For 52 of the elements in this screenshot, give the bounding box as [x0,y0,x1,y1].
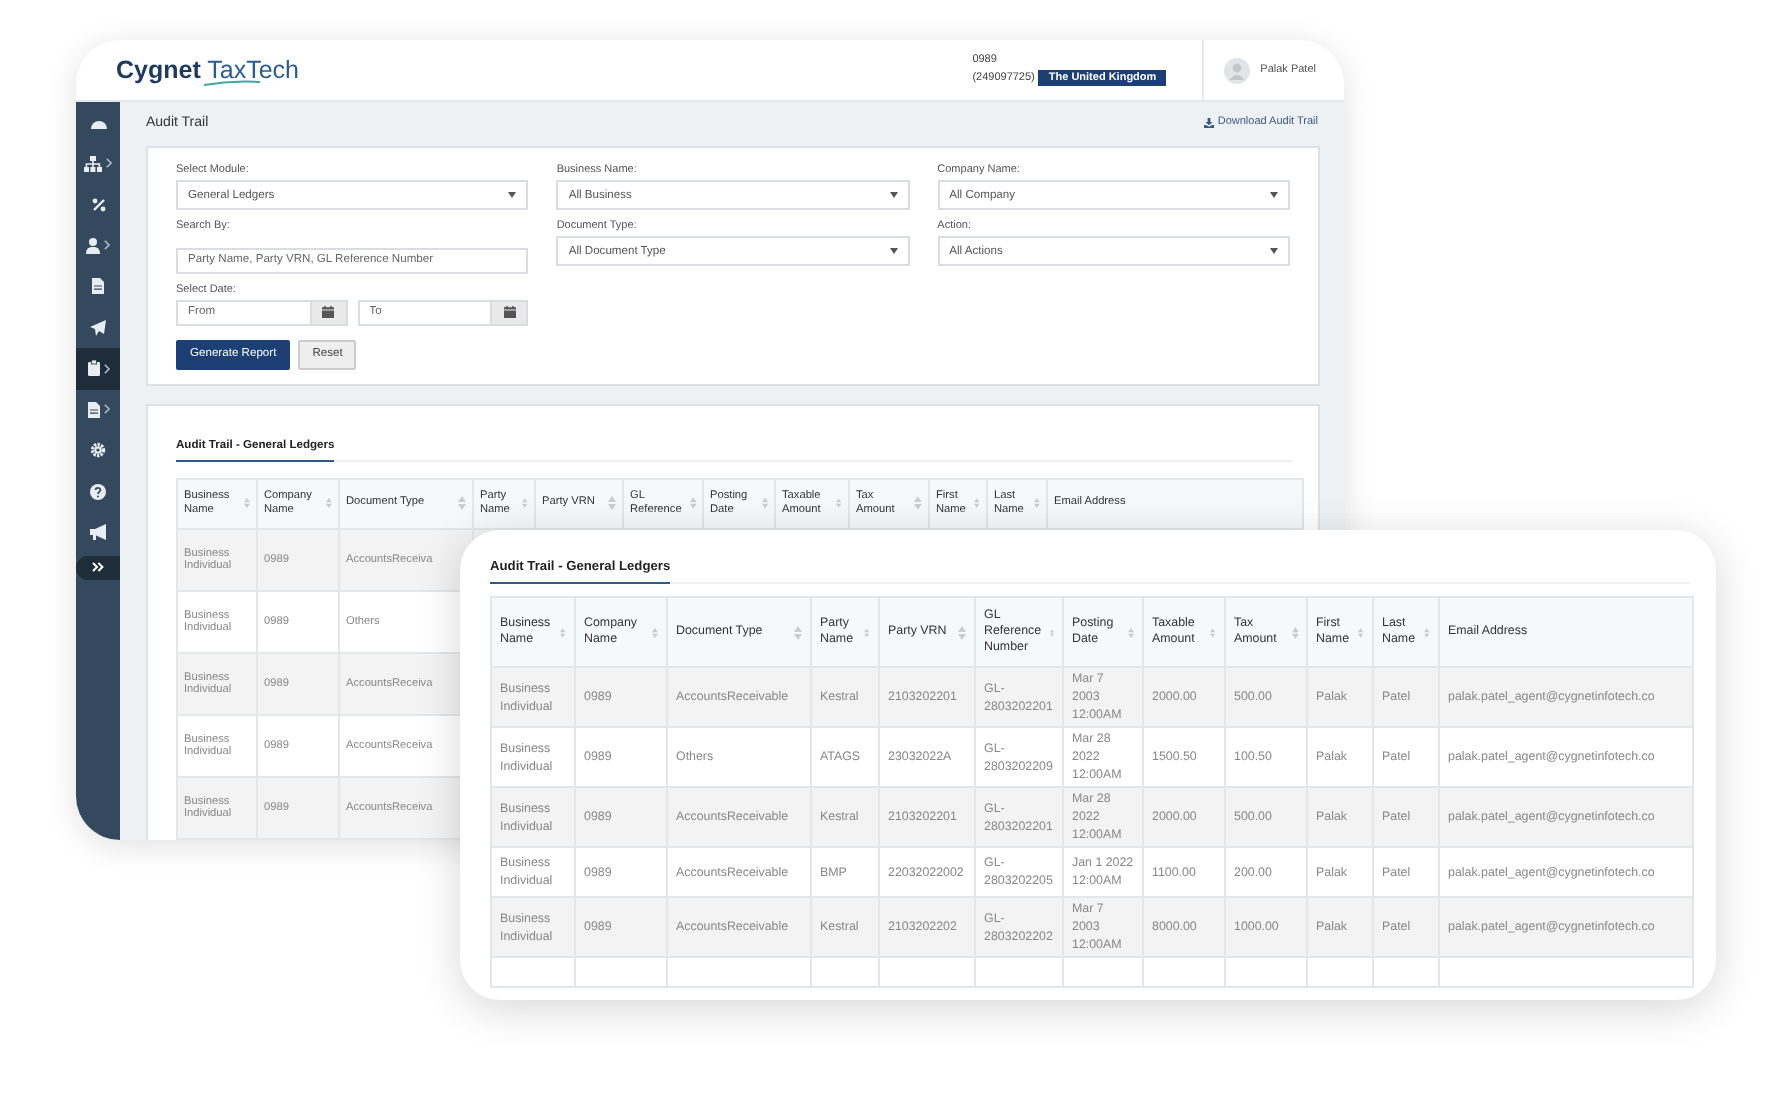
sort-icon[interactable] [914,496,922,510]
sort-icon[interactable] [1210,625,1216,639]
caret-icon [1269,248,1278,254]
chevron-icon [103,404,109,415]
calendar-button[interactable] [311,299,348,325]
gauge-icon [89,115,107,130]
sort-icon[interactable] [652,625,658,639]
sort-icon[interactable] [958,625,966,639]
paper-plane-icon [90,319,106,336]
chevron-icon [104,240,110,251]
chevron-icon [103,363,109,374]
calendar-icon [322,306,335,318]
sort-icon[interactable] [326,496,332,510]
sort-icon[interactable] [1034,496,1040,510]
megaphone-icon [89,524,107,541]
user-icon [86,237,100,254]
help-icon [90,483,106,500]
sort-icon[interactable] [1424,625,1430,639]
clipboard-icon [87,360,99,377]
percent-icon [91,197,105,212]
sort-icon[interactable] [974,496,980,510]
sort-icon[interactable] [1127,625,1134,639]
sort-icon[interactable] [608,496,616,510]
document-icon [87,401,99,418]
chevron-icon [106,158,112,169]
sidebar-item[interactable] [76,348,120,389]
expand-button[interactable] [76,555,120,579]
sort-icon[interactable] [794,625,802,639]
calendar-icon [503,306,516,318]
caret-icon [889,192,898,198]
document-icon [92,278,104,295]
calendar-button[interactable] [492,299,529,325]
download-icon [1203,117,1214,127]
sort-icon[interactable] [689,496,696,510]
caret-icon [508,192,517,198]
caret-icon [1269,192,1278,198]
gear-icon [90,442,106,459]
caret-icon [889,248,898,254]
avatar-icon[interactable] [1224,57,1251,83]
sitemap-icon [84,155,102,172]
sort-icon[interactable] [560,625,566,639]
sort-icon[interactable] [761,496,768,510]
swoosh-icon [204,79,260,85]
sort-icon[interactable] [1291,625,1298,639]
sort-icon[interactable] [244,496,250,510]
sort-icon[interactable] [836,496,842,510]
sort-icon[interactable] [864,625,870,639]
double-chevron-icon [92,562,104,572]
sort-icon[interactable] [522,496,528,510]
sort-icon[interactable] [458,496,466,510]
sort-icon[interactable] [1358,625,1364,639]
logo[interactable]: Cygnet TaxTech [116,55,299,83]
